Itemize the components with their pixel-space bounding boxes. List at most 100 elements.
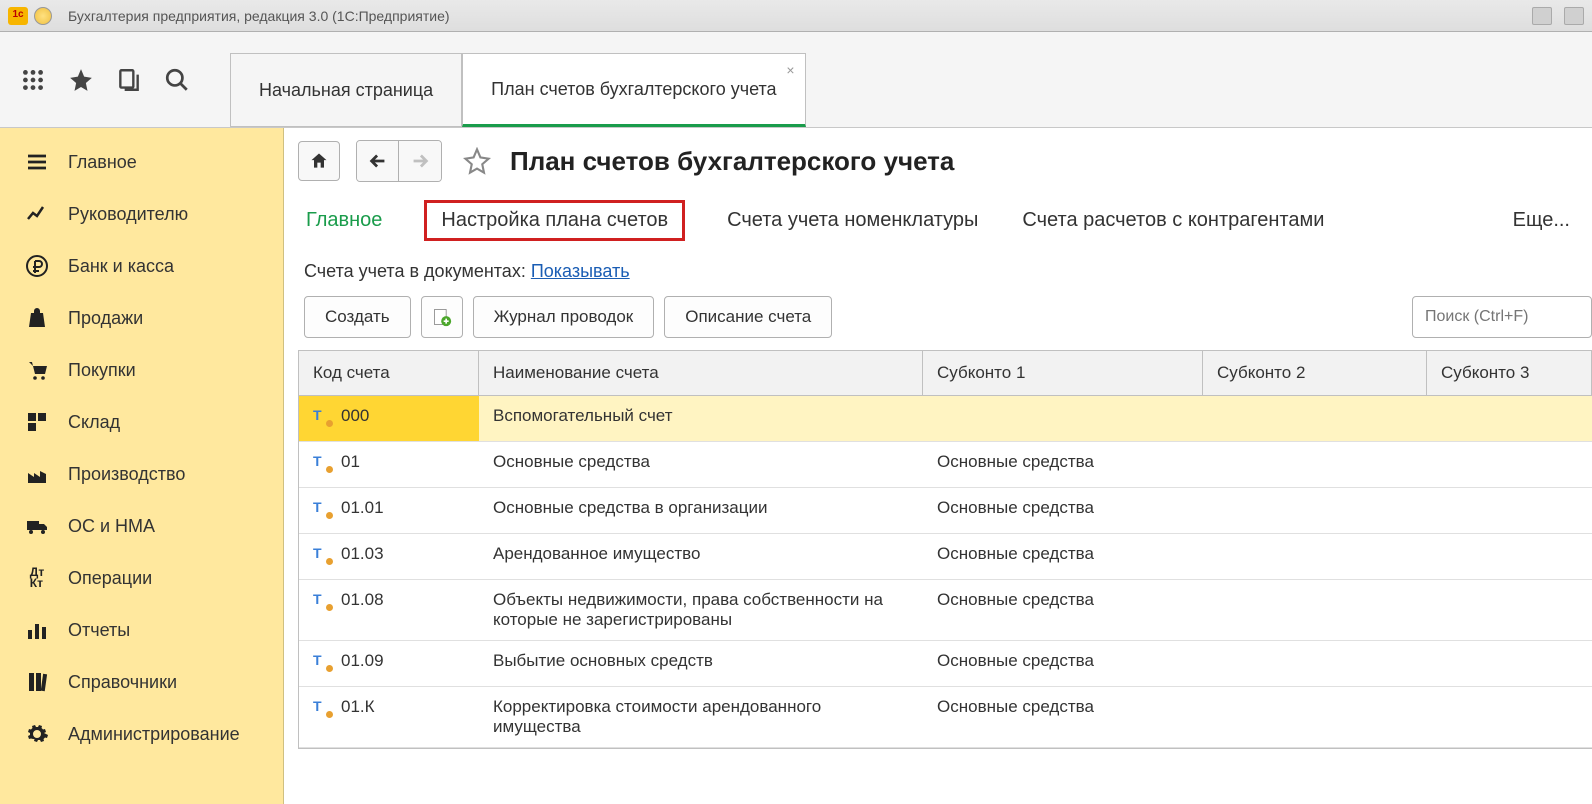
table-row[interactable]: 01.03Арендованное имуществоОсновные сред… [299, 534, 1592, 580]
sidebar-item-warehouse[interactable]: Склад [0, 396, 283, 448]
cell-name: Выбытие основных средств [479, 641, 923, 686]
subnav-contractors[interactable]: Счета расчетов с контрагентами [1020, 205, 1326, 236]
chart-line-icon [24, 201, 50, 227]
cell-name: Основные средства [479, 442, 923, 487]
sidebar-item-production[interactable]: Производство [0, 448, 283, 500]
bar-chart-icon [24, 617, 50, 643]
col-sub3[interactable]: Субконто 3 [1427, 351, 1592, 395]
cell-sub1: Основные средства [923, 687, 1203, 747]
table-row[interactable]: 01.08 Объекты недвижимости, права собстве… [299, 580, 1592, 641]
tab-label: План счетов бухгалтерского учета [491, 79, 776, 100]
cell-sub2 [1203, 641, 1427, 686]
sidebar-item-manager[interactable]: Руководителю [0, 188, 283, 240]
history-icon[interactable] [116, 67, 142, 93]
sidebar-item-sales[interactable]: Продажи [0, 292, 283, 344]
cell-code: 01.01 [341, 498, 384, 518]
cell-sub3 [1427, 442, 1592, 487]
books-icon [24, 669, 50, 695]
account-icon [313, 547, 331, 563]
sidebar: Главное Руководителю Банк и касса Продаж… [0, 128, 284, 804]
sidebar-item-catalogs[interactable]: Справочники [0, 656, 283, 708]
table-header: Код счета Наименование счета Субконто 1 … [299, 351, 1592, 396]
table-row[interactable]: 01.09Выбытие основных средствОсновные ср… [299, 641, 1592, 687]
sidebar-item-label: Отчеты [68, 620, 130, 641]
search-icon[interactable] [164, 67, 190, 93]
account-icon [313, 501, 331, 517]
table-row[interactable]: 000Вспомогательный счет [299, 396, 1592, 442]
create-button[interactable]: Создать [304, 296, 411, 338]
apps-icon[interactable] [20, 67, 46, 93]
sidebar-item-label: Банк и касса [68, 256, 174, 277]
cell-sub3 [1427, 641, 1592, 686]
favorite-button[interactable] [460, 144, 494, 178]
subnav-nomenclature[interactable]: Счета учета номенклатуры [725, 205, 980, 236]
main-content: План счетов бухгалтерского учета Главное… [284, 128, 1592, 804]
window-settings-icon[interactable] [1532, 7, 1552, 25]
sidebar-item-label: Покупки [68, 360, 136, 381]
sidebar-item-admin[interactable]: Администрирование [0, 708, 283, 760]
cell-code: 01.03 [341, 544, 384, 564]
search-input[interactable] [1412, 296, 1592, 338]
table-row[interactable]: 01.ККорректировка стоимости арендованног… [299, 687, 1592, 748]
sidebar-item-label: Продажи [68, 308, 143, 329]
subnav-main[interactable]: Главное [304, 205, 384, 236]
cell-sub1: Основные средства [923, 488, 1203, 533]
description-button[interactable]: Описание счета [664, 296, 832, 338]
cell-name: Основные средства в организации [479, 488, 923, 533]
cell-sub2 [1203, 687, 1427, 747]
close-icon[interactable]: × [786, 62, 794, 78]
cell-code: 01.09 [341, 651, 384, 671]
col-sub2[interactable]: Субконто 2 [1203, 351, 1427, 395]
toolbar: Создать Журнал проводок Описание счета [298, 296, 1592, 338]
home-button[interactable] [298, 141, 340, 181]
app-logo-icon: 1c [8, 7, 28, 25]
docline-link[interactable]: Показывать [531, 261, 630, 281]
gear-icon [24, 721, 50, 747]
star-icon[interactable] [68, 67, 94, 93]
cell-code: 01.08 [341, 590, 384, 610]
cell-name: Арендованное имущество [479, 534, 923, 579]
cell-sub2 [1203, 488, 1427, 533]
forward-button[interactable] [399, 141, 441, 181]
sidebar-item-purchases[interactable]: Покупки [0, 344, 283, 396]
col-sub1[interactable]: Субконто 1 [923, 351, 1203, 395]
cell-sub3 [1427, 534, 1592, 579]
add-item-button[interactable] [421, 296, 463, 338]
sidebar-item-reports[interactable]: Отчеты [0, 604, 283, 656]
tab-start-page[interactable]: Начальная страница [230, 53, 462, 127]
ruble-icon [24, 253, 50, 279]
col-code[interactable]: Код счета [299, 351, 479, 395]
window-print-icon[interactable] [1564, 7, 1584, 25]
sidebar-item-operations[interactable]: ДтКтОперации [0, 552, 283, 604]
doc-accounts-line: Счета учета в документах: Показывать [298, 261, 1592, 282]
top-toolbar: Начальная страница План счетов бухгалтер… [0, 32, 1592, 128]
tab-chart-of-accounts[interactable]: План счетов бухгалтерского учета × [462, 53, 805, 127]
table-row[interactable]: 01 Основные средстваОсновные средства [299, 442, 1592, 488]
sidebar-item-main[interactable]: Главное [0, 136, 283, 188]
col-name[interactable]: Наименование счета [479, 351, 923, 395]
page-title: План счетов бухгалтерского учета [510, 146, 954, 177]
tab-label: Начальная страница [259, 80, 433, 101]
subnav-plan-settings[interactable]: Настройка плана счетов [424, 200, 685, 241]
cell-name: Корректировка стоимости арендованного им… [479, 687, 923, 747]
journal-button[interactable]: Журнал проводок [473, 296, 655, 338]
window-titlebar: 1c Бухгалтерия предприятия, редакция 3.0… [0, 0, 1592, 32]
window-minimize-button[interactable] [34, 7, 52, 25]
back-button[interactable] [357, 141, 399, 181]
cell-sub3 [1427, 687, 1592, 747]
sidebar-item-assets[interactable]: ОС и НМА [0, 500, 283, 552]
cell-sub2 [1203, 534, 1427, 579]
sidebar-item-bank[interactable]: Банк и касса [0, 240, 283, 292]
window-title: Бухгалтерия предприятия, редакция 3.0 (1… [68, 8, 450, 24]
sub-navigation: Главное Настройка плана счетов Счета уче… [298, 200, 1592, 241]
cell-sub2 [1203, 580, 1427, 640]
accounts-table: Код счета Наименование счета Субконто 1 … [298, 350, 1592, 749]
subnav-more[interactable]: Еще... [1511, 205, 1572, 236]
cell-sub1: Основные средства [923, 442, 1203, 487]
cell-name: Объекты недвижимости, права собственност… [479, 580, 923, 640]
cell-name: Вспомогательный счет [479, 396, 923, 441]
sidebar-item-label: Справочники [68, 672, 177, 693]
cell-code: 01 [341, 452, 360, 472]
table-row[interactable]: 01.01 Основные средства в организацииОсно… [299, 488, 1592, 534]
sidebar-item-label: Склад [68, 412, 120, 433]
